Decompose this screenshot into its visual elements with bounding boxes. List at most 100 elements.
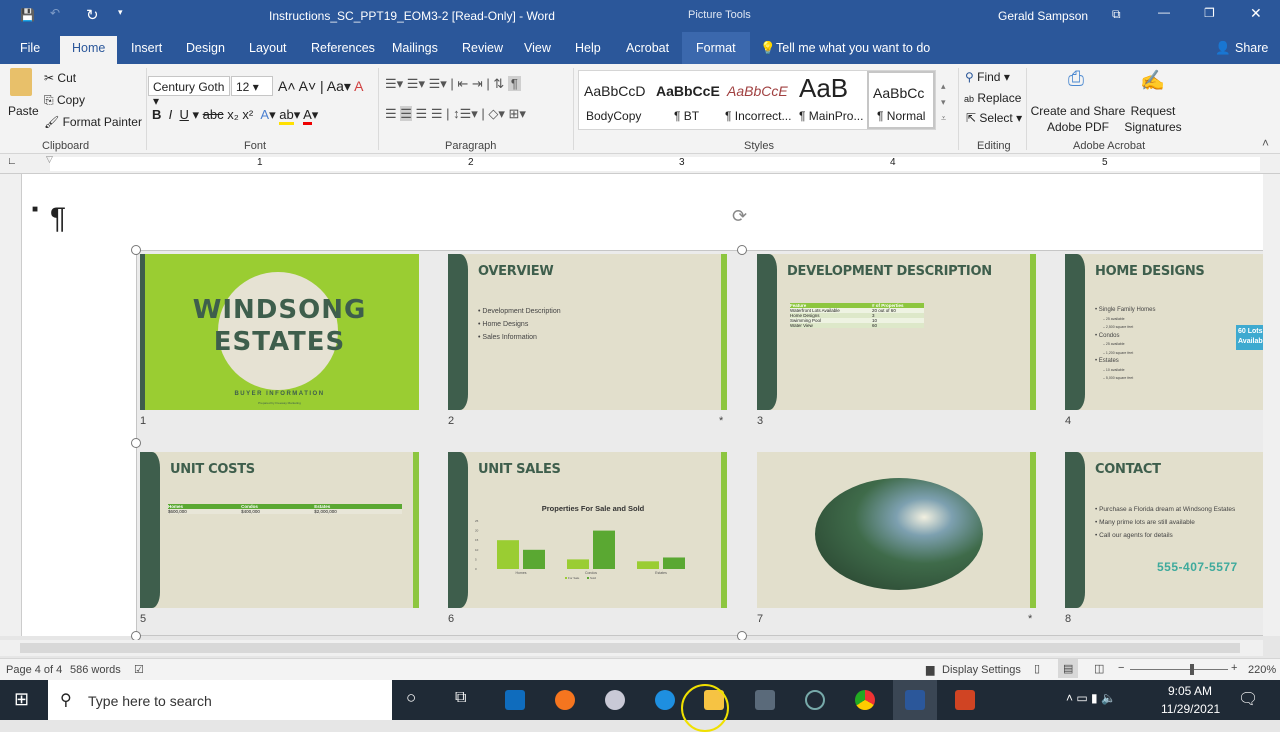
ribbon-display-icon[interactable]: ⧉ [1112, 7, 1121, 22]
format-painter-button[interactable]: 🖌 Format Painter [44, 115, 142, 129]
styles-scroll-icons[interactable]: ▴ ▾ ⩡ [941, 78, 946, 126]
user-name[interactable]: Gerald Sampson [998, 9, 1088, 23]
slide-5[interactable]: UNIT COSTS Homes Condos Estates $600,000 $4… [140, 452, 419, 608]
horizontal-scrollbar[interactable] [0, 640, 1263, 656]
style-bt[interactable]: ¶ BT [674, 109, 699, 123]
font-size-value: 12 [236, 80, 250, 94]
tab-review[interactable]: Review [462, 41, 503, 55]
close-button[interactable]: ✕ [1250, 5, 1262, 22]
edge-icon[interactable] [655, 690, 675, 710]
list-buttons[interactable]: ☰▾ ☰▾ ☰▾ | ⇤ ⇥ | ⇅ ¶ [385, 76, 521, 92]
notifications-icon[interactable]: 🗨 [1238, 689, 1258, 709]
vertical-scrollbar[interactable] [1263, 174, 1280, 636]
indent-marker[interactable]: ▽ [46, 154, 53, 165]
replace-button[interactable]: ab Replace [964, 91, 1021, 105]
slide-6[interactable]: UNIT SALES Properties For Sale and Sold … [448, 452, 727, 608]
zoom-out-button[interactable]: − [1118, 662, 1124, 674]
zoom-slider[interactable] [1130, 669, 1228, 670]
font-name-select[interactable]: Century Goth ▾ [148, 76, 230, 108]
media-icon[interactable] [805, 690, 825, 710]
tell-me-input[interactable]: Tell me what you want to do [776, 41, 930, 55]
page-count[interactable]: Page 4 of 4 [6, 664, 62, 676]
style-bodycopy[interactable]: BodyCopy [586, 109, 641, 123]
alignment-buttons[interactable]: ☰ ☰ ☰ ☰ | ↕☰▾ | ◇▾ ⊞▾ [385, 106, 526, 122]
read-mode-icon[interactable]: ▯ [1034, 662, 1040, 675]
collapse-ribbon-icon[interactable]: ˄ [1262, 136, 1269, 150]
task-view-icon[interactable]: ⧉ [455, 689, 466, 707]
slide-3[interactable]: DEVELOPMENT DESCRIPTION Feature # of Prop… [757, 254, 1036, 410]
ruler: ∟ ▽ 1 2 3 4 5 [0, 154, 1280, 174]
tab-mailings[interactable]: Mailings [392, 41, 438, 55]
grow-shrink-font-icons[interactable]: A˄ A˅ | Aa▾ A [278, 78, 363, 95]
windows-start-icon[interactable]: ⊞ [14, 689, 29, 710]
customize-qat-icon[interactable]: ▾ [118, 7, 123, 18]
x-tick-label: Estates [655, 571, 667, 575]
clock-time[interactable]: 9:05 AM [1168, 684, 1212, 698]
minimize-button[interactable]: — [1158, 5, 1170, 19]
save-icon[interactable]: 💾 [20, 8, 35, 22]
outlook-icon[interactable] [505, 690, 525, 710]
slide-7[interactable] [757, 452, 1036, 608]
tab-layout[interactable]: Layout [249, 41, 287, 55]
y-tick-label: 10 [475, 548, 479, 552]
zoom-slider-thumb[interactable] [1190, 664, 1194, 675]
powerpoint-icon[interactable] [955, 690, 975, 710]
styles-gallery[interactable]: AaBbCcD BodyCopy AaBbCcE ¶ BT AaBbCcE ¶ … [578, 70, 936, 130]
display-settings-button[interactable]: Display Settings [942, 664, 1021, 676]
create-share-pdf-button[interactable]: Create and Share Adobe PDF [1030, 103, 1126, 135]
tab-format[interactable]: Format [682, 32, 750, 64]
share-button[interactable]: Share [1235, 41, 1268, 55]
slide-8[interactable]: CONTACT • Purchase a Florida dream at Wi… [1065, 452, 1263, 608]
tab-help[interactable]: Help [575, 41, 601, 55]
style-mainpro[interactable]: ¶ MainPro... [799, 109, 863, 123]
calculator-icon[interactable] [755, 690, 775, 710]
restore-button[interactable]: ❐ [1204, 6, 1215, 20]
slide-note: Prepared by Freeway Marketing [258, 401, 301, 405]
word-count[interactable]: 586 words [70, 664, 121, 676]
cortana-icon[interactable]: ○ [406, 688, 416, 708]
firefox-icon[interactable] [555, 690, 575, 710]
snipping-tool-icon[interactable] [605, 690, 625, 710]
request-signatures-button[interactable]: Request Signatures [1124, 103, 1182, 135]
slide-1[interactable]: WINDSONG ESTATES BUYER INFORMATION Prepa… [140, 254, 419, 410]
tray-icons[interactable]: ˄ ▭ ▮ 🔈 [1066, 691, 1116, 705]
tab-insert[interactable]: Insert [131, 41, 162, 55]
paste-button[interactable]: Paste [8, 104, 39, 118]
rotate-handle-icon[interactable]: ⟳ [732, 206, 747, 227]
font-format-buttons[interactable]: B I U ▾ abc x₂ x² A▾ ab▾ A▾ [152, 107, 318, 125]
tab-design[interactable]: Design [186, 41, 225, 55]
features-table: Feature # of Properties Waterfront Lots A… [790, 303, 924, 328]
clock-date[interactable]: 11/29/2021 [1161, 702, 1220, 716]
y-tick-label: 5 [475, 557, 477, 561]
slide-4[interactable]: HOME DESIGNS • Single Family Homes – 25 … [1065, 254, 1263, 410]
copy-button[interactable]: ⎘ Copy [44, 93, 85, 108]
tab-acrobat[interactable]: Acrobat [626, 41, 669, 55]
cut-button[interactable]: ✂ Cut [44, 71, 76, 85]
print-layout-icon[interactable]: ▤ [1058, 659, 1079, 678]
zoom-level[interactable]: 220% [1248, 664, 1276, 676]
undo-icon[interactable]: ↶ [50, 6, 60, 20]
tab-selector-icon[interactable]: ∟ [7, 156, 17, 167]
find-button[interactable]: ⚲ Find ▾ [965, 70, 1010, 84]
taskbar-search-box[interactable]: ⚲ Type here to search [48, 680, 392, 720]
style-normal[interactable]: AaBbCc ¶ Normal [867, 71, 935, 129]
slide-2[interactable]: OVERVIEW • Development Description • Hom… [448, 254, 727, 410]
paste-icon[interactable] [10, 68, 32, 96]
proofing-icon[interactable]: ☑ [134, 663, 144, 676]
tab-references[interactable]: References [311, 41, 375, 55]
redo-icon[interactable]: ↻ [86, 6, 99, 24]
style-incorrect[interactable]: ¶ Incorrect... [725, 109, 791, 123]
tab-view[interactable]: View [524, 41, 551, 55]
resize-handle[interactable] [737, 245, 747, 255]
web-layout-icon[interactable]: ◫ [1094, 662, 1104, 675]
select-button[interactable]: ⇱ Select ▾ [966, 111, 1022, 125]
font-size-select[interactable]: 12 ▾ [231, 76, 273, 96]
word-icon[interactable] [905, 690, 925, 710]
tab-file[interactable]: File [20, 41, 40, 55]
chrome-icon[interactable] [855, 690, 875, 710]
tab-home[interactable]: Home [60, 36, 118, 64]
slide-number: 8 [1065, 613, 1072, 625]
bullet-item: Estates [1098, 358, 1119, 364]
resize-handle[interactable] [131, 438, 141, 448]
zoom-in-button[interactable]: + [1231, 662, 1237, 674]
